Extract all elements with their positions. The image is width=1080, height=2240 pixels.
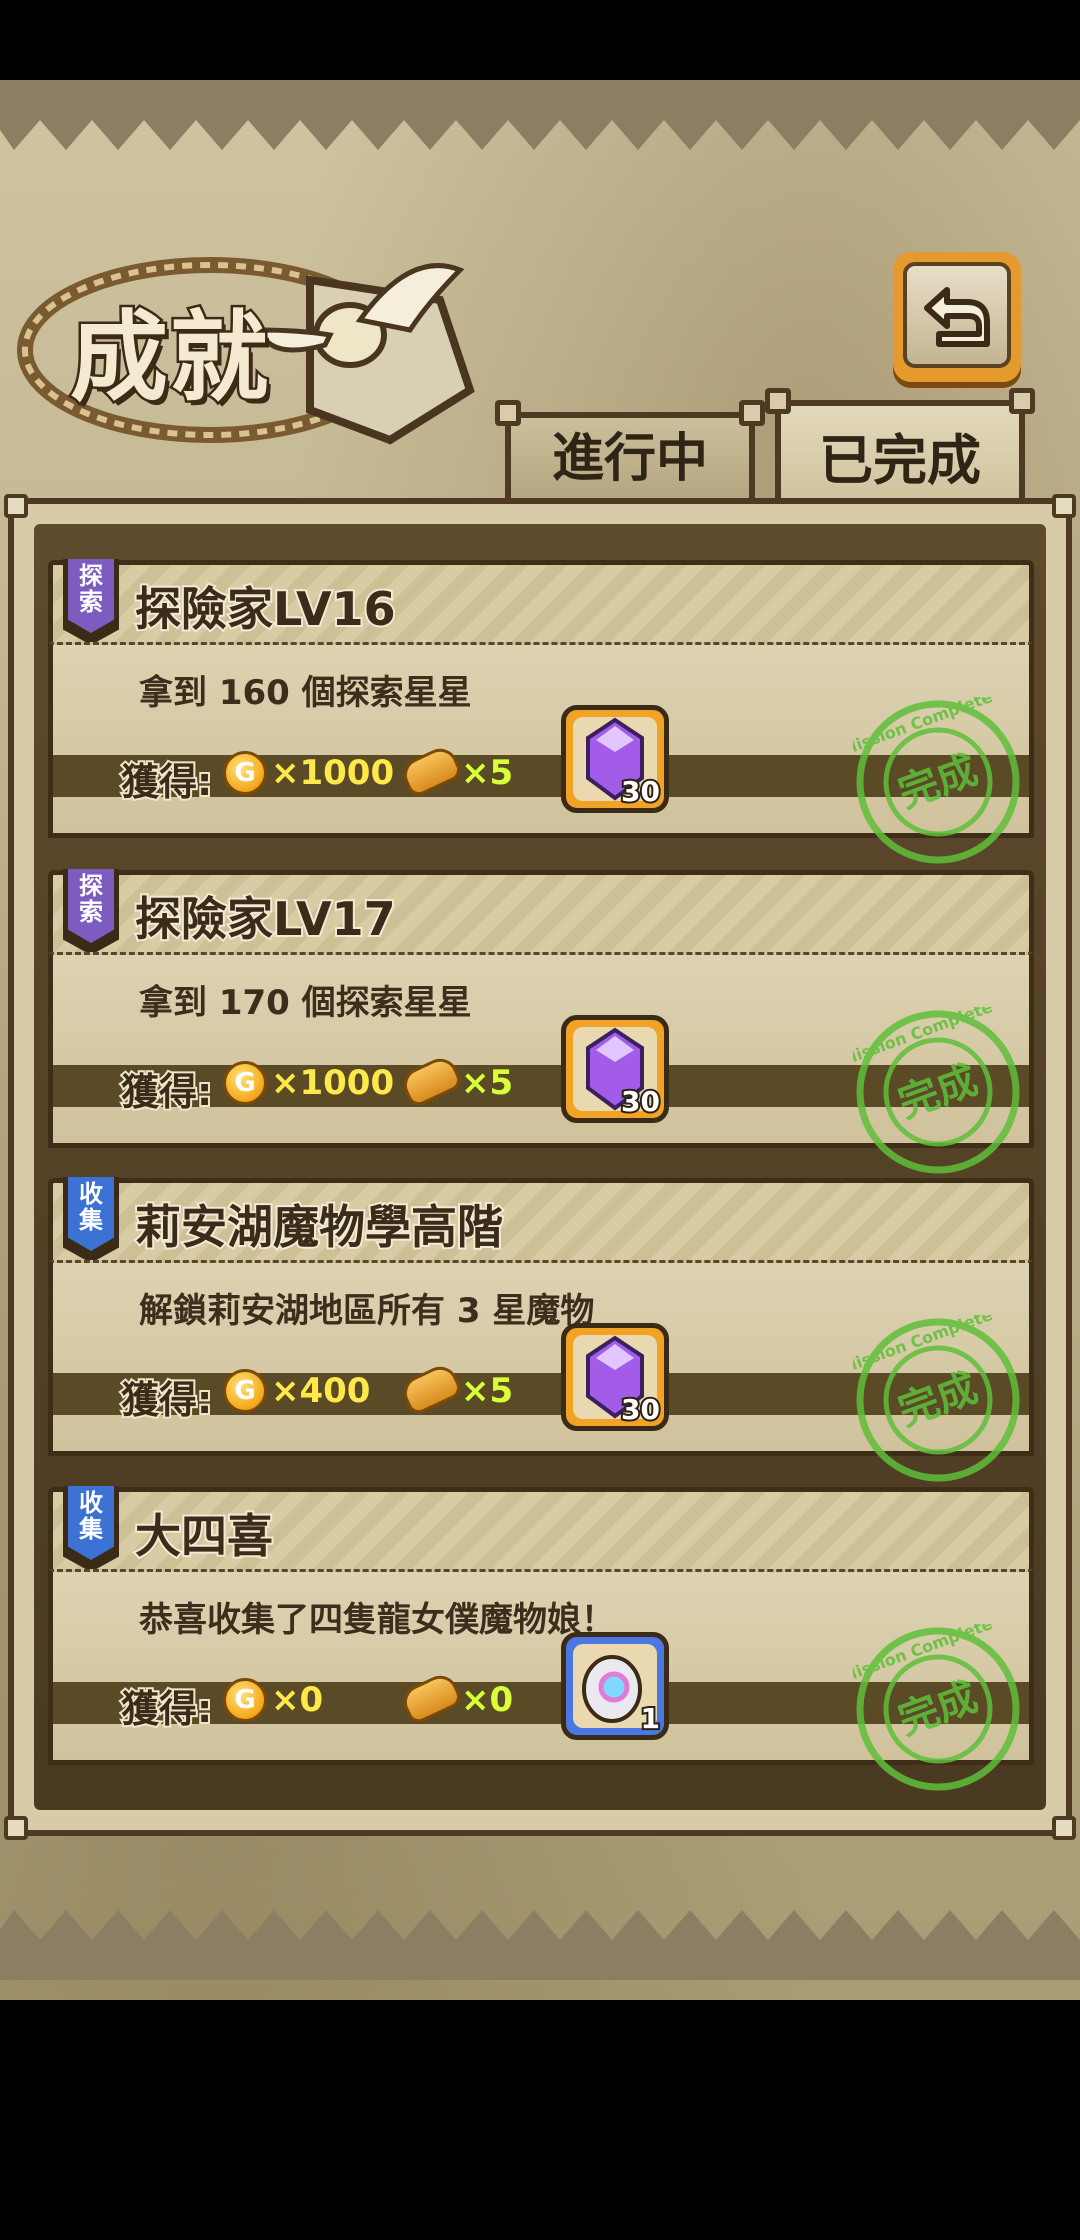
tab-completed[interactable]: 已完成 [765,388,1035,512]
tab-in-progress[interactable]: 進行中 [495,400,765,500]
achievement-card-2[interactable]: 探索 探險家LV17 拿到 170 個探索星星 獲得: G ×1000 ×5 3… [48,869,1034,1174]
bread-amount: ×5 [461,1063,514,1103]
gold-amount: ×0 [271,1680,324,1720]
mission-complete-stamp: 完成 Mission Complete [853,1007,1020,1174]
achievement-card-4[interactable]: 收集 大四喜 恭喜收集了四隻龍女僕魔物娘！ 獲得: G ×0 ×0 1 完成 M… [48,1486,1034,1791]
bread-amount: ×5 [461,1371,514,1411]
torn-edge-top [0,80,1080,150]
achievement-title: 莉安湖魔物學高階 [133,1198,505,1256]
category-ribbon: 探索 [63,559,119,645]
torn-edge-bottom [0,1910,1080,1980]
tab-in-progress-label: 進行中 [551,429,708,489]
reward-label: 獲得: [119,758,214,806]
gold-coin-icon: G [223,1678,267,1722]
svg-text:完成: 完成 [893,747,984,818]
mission-complete-stamp: 完成 Mission Complete [853,1624,1020,1791]
gold-coin-icon: G [223,1369,267,1413]
item-count: 30 [619,1391,662,1428]
achievement-card-1[interactable]: 探索 探險家LV16 拿到 160 個探索星星 獲得: G ×1000 ×5 3… [48,559,1034,864]
item-count: 30 [619,1083,662,1120]
achievement-description: 拿到 160 個探索星星 [139,673,472,713]
achievement-title: 大四喜 [133,1507,275,1565]
item-count: 30 [619,773,662,810]
svg-text:完成: 完成 [893,1365,984,1436]
bread-icon [398,1669,464,1727]
gold-amount: ×1000 [271,753,395,793]
bread-amount: ×0 [461,1680,514,1720]
gold-coin-icon: G [223,1061,267,1105]
item-count: 1 [638,1700,662,1737]
bread-icon [398,1052,464,1110]
achievement-description: 恭喜收集了四隻龍女僕魔物娘！ [139,1600,615,1640]
back-button[interactable] [893,252,1021,382]
category-label: 探索 [79,562,103,616]
achievement-description: 拿到 170 個探索星星 [139,983,472,1023]
category-ribbon: 探索 [63,869,119,955]
reward-label: 獲得: [119,1068,214,1116]
svg-text:完成: 完成 [893,1674,984,1745]
bread-amount: ×5 [461,753,514,793]
achievement-description: 解鎖莉安湖地區所有 3 星魔物 [139,1291,595,1331]
reward-item-slot[interactable]: 1 [561,1632,669,1740]
category-label: 收集 [79,1489,103,1543]
svg-text:完成: 完成 [893,1057,984,1128]
category-ribbon: 收集 [63,1177,119,1263]
tab-completed-label: 已完成 [819,429,981,492]
achievement-screen: 成就 進行中 已完成 探索 探險家LV16 拿到 160 個探索星星 獲得: G… [0,0,1080,2240]
bread-icon [398,742,464,800]
gold-amount: ×1000 [271,1063,395,1103]
bread-icon [398,1360,464,1418]
category-label: 收集 [79,1180,103,1234]
page-title: 成就 [67,299,271,418]
reward-item-slot[interactable]: 30 [561,1323,669,1431]
gold-coin-icon: G [223,751,267,795]
reward-item-slot[interactable]: 30 [561,1015,669,1123]
achievement-card-3[interactable]: 收集 莉安湖魔物學高階 解鎖莉安湖地區所有 3 星魔物 獲得: G ×400 ×… [48,1177,1034,1482]
back-arrow-icon [924,287,990,347]
reward-label: 獲得: [119,1376,214,1424]
category-label: 探索 [79,872,103,926]
achievement-title: 探險家LV17 [133,890,398,948]
gold-amount: ×400 [271,1371,371,1411]
achievement-title: 探險家LV16 [133,580,398,638]
mission-complete-stamp: 完成 Mission Complete [853,697,1020,864]
reward-label: 獲得: [119,1685,214,1733]
category-ribbon: 收集 [63,1486,119,1572]
mission-complete-stamp: 完成 Mission Complete [853,1315,1020,1482]
reward-item-slot[interactable]: 30 [561,705,669,813]
